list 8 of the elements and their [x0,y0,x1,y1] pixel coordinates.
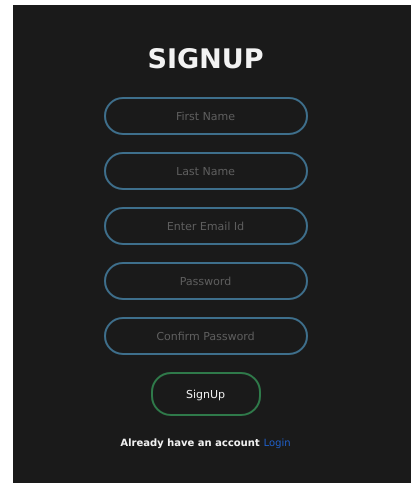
input-field[interactable]: Enter Email Id [104,207,308,245]
input-field[interactable]: Confirm Password [104,317,308,355]
signup-title: SIGNUP [148,43,264,77]
input-field[interactable]: First Name [104,97,308,135]
input-field[interactable]: Password [104,262,308,300]
account-prompt: Already have an account [120,438,260,449]
signup-button[interactable]: SignUp [150,372,260,416]
input-field[interactable]: Last Name [104,152,308,190]
